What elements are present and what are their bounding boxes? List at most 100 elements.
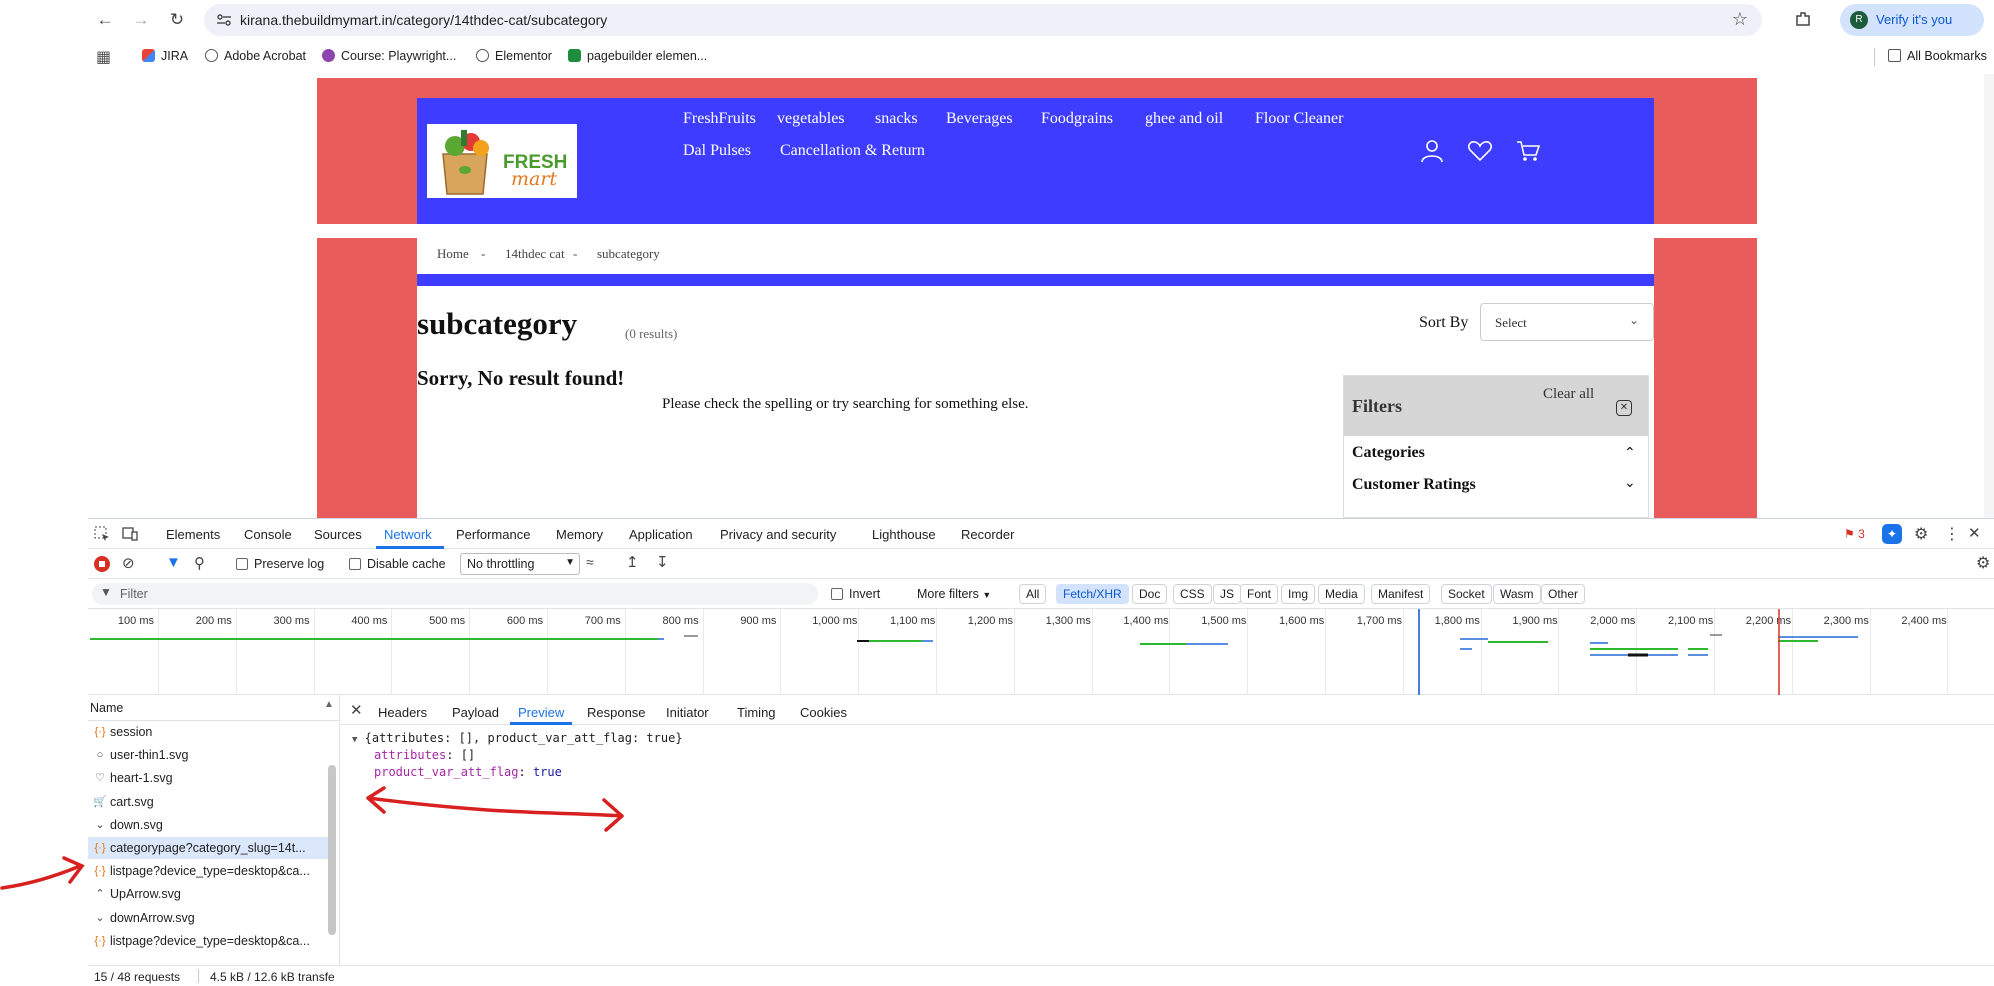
tab-recorder[interactable]: Recorder [961, 527, 1014, 542]
import-har-icon[interactable]: ↥ [626, 553, 639, 571]
tab-response[interactable]: Response [587, 705, 646, 720]
request-row[interactable]: ⌃ UpArrow.svg [88, 883, 328, 905]
forward-button[interactable]: → [130, 9, 152, 31]
issues-badge[interactable]: ⚑ 3 [1844, 527, 1865, 541]
nav-snacks[interactable]: snacks [875, 110, 918, 128]
request-row[interactable]: {·} listpage?device_type=desktop&ca... [88, 930, 328, 952]
network-settings-gear-icon[interactable]: ⚙ [1976, 553, 1990, 573]
request-row[interactable]: ⌄ down.svg [88, 814, 328, 836]
type-filter-wasm[interactable]: Wasm [1493, 584, 1541, 604]
more-options-icon[interactable]: ⋮ [1944, 524, 1960, 544]
request-list-scrollbar[interactable] [328, 765, 336, 935]
request-row[interactable]: ⌄ downArrow.svg [88, 907, 328, 929]
scroll-up-arrow[interactable]: ▲ [324, 699, 334, 710]
type-filter-font[interactable]: Font [1240, 584, 1279, 604]
tab-lighthouse[interactable]: Lighthouse [872, 527, 936, 542]
network-timeline-overview[interactable]: 100 ms 200 ms 300 ms 400 ms 500 ms 600 ms 700 … [88, 609, 1994, 695]
nav-cancellation-return[interactable]: Cancellation & Return [780, 142, 925, 160]
nav-floor-cleaner[interactable]: Floor Cleaner [1255, 110, 1343, 128]
tab-network[interactable]: Network [384, 527, 432, 542]
bookmark-jira[interactable]: JIRA [142, 49, 188, 63]
bookmark-course-playwright[interactable]: Course: Playwright... [322, 49, 456, 63]
close-detail-icon[interactable]: ✕ [350, 701, 363, 719]
throttling-select[interactable]: No throttling ▼ [460, 553, 580, 575]
tab-privacy-security[interactable]: Privacy and security [720, 527, 836, 542]
verify-account-button[interactable]: R Verify it's you [1840, 4, 1984, 36]
column-header-name[interactable]: Name [90, 701, 123, 715]
nav-foodgrains[interactable]: Foodgrains [1041, 110, 1113, 128]
request-row[interactable]: {·} listpage?device_type=desktop&ca... [88, 860, 328, 882]
back-button[interactable]: ← [94, 9, 116, 31]
extensions-icon[interactable] [1794, 10, 1812, 28]
device-toolbar-icon[interactable] [122, 526, 138, 542]
request-row[interactable]: {·} categorypage?category_slug=14t... [88, 837, 328, 859]
user-icon[interactable] [1419, 138, 1445, 164]
tab-elements[interactable]: Elements [166, 527, 220, 542]
type-filter-other[interactable]: Other [1541, 584, 1586, 604]
invert-checkbox[interactable] [831, 588, 843, 600]
ai-assistance-icon[interactable]: ✦ [1882, 524, 1902, 544]
filter-section-customer-ratings[interactable]: Customer Ratings [1352, 476, 1476, 494]
json-root-row[interactable]: ▼ {attributes: [], product_var_att_flag:… [352, 731, 683, 745]
clear-all-link[interactable]: Clear all [1543, 386, 1594, 403]
tab-memory[interactable]: Memory [556, 527, 603, 542]
record-stop-icon[interactable] [94, 556, 110, 572]
tab-initiator[interactable]: Initiator [666, 705, 709, 720]
apps-grid-icon[interactable]: ▦ [96, 47, 111, 67]
bookmark-adobe-acrobat[interactable]: Adobe Acrobat [205, 49, 306, 63]
inspect-element-icon[interactable] [94, 526, 110, 542]
filter-section-categories[interactable]: Categories [1352, 444, 1425, 462]
nav-dal-pulses[interactable]: Dal Pulses [683, 142, 751, 160]
breadcrumb-category[interactable]: 14thdec cat [505, 246, 565, 262]
type-filter-all[interactable]: All [1019, 584, 1047, 604]
settings-gear-icon[interactable]: ⚙ [1914, 524, 1928, 544]
nav-beverages[interactable]: Beverages [946, 110, 1013, 128]
request-row[interactable]: 🛒 cart.svg [88, 791, 328, 813]
tab-console[interactable]: Console [244, 527, 292, 542]
chevron-down-icon[interactable]: ⌄ [1624, 474, 1636, 491]
more-filters-dropdown[interactable]: More filters ▼ [917, 587, 991, 601]
preserve-log-checkbox[interactable] [236, 558, 248, 570]
tab-cookies[interactable]: Cookies [800, 705, 847, 720]
tab-application[interactable]: Application [629, 527, 693, 542]
tab-performance[interactable]: Performance [456, 527, 530, 542]
clear-all-close-icon[interactable]: ✕ [1616, 400, 1632, 416]
request-row[interactable]: ○ user-thin1.svg [88, 744, 328, 766]
type-filter-css[interactable]: CSS [1173, 584, 1212, 604]
bookmark-star-icon[interactable]: ☆ [1732, 9, 1748, 30]
tab-preview[interactable]: Preview [518, 705, 564, 720]
chevron-up-icon[interactable]: ⌃ [1624, 444, 1636, 461]
type-filter-fetch-xhr[interactable]: Fetch/XHR [1056, 584, 1129, 604]
close-devtools-icon[interactable]: ✕ [1968, 524, 1981, 542]
network-conditions-icon[interactable]: ≈ [586, 554, 594, 570]
nav-vegetables[interactable]: vegetables [777, 110, 845, 128]
filter-input[interactable]: ▼ Filter [92, 583, 818, 605]
clear-log-icon[interactable]: ⊘ [122, 554, 135, 572]
type-filter-socket[interactable]: Socket [1441, 584, 1492, 604]
type-filter-js[interactable]: JS [1213, 584, 1242, 604]
site-logo[interactable]: FRESH mart [427, 124, 577, 198]
page-scrollbar[interactable] [1984, 74, 1994, 518]
reload-button[interactable]: ↻ [166, 9, 188, 31]
export-har-icon[interactable]: ↧ [656, 553, 669, 571]
bookmark-elementor[interactable]: Elementor [476, 49, 552, 63]
type-filter-media[interactable]: Media [1318, 584, 1365, 604]
request-row[interactable]: {·} session [88, 721, 328, 743]
address-bar[interactable]: kirana.thebuildmymart.in/category/14thde… [204, 4, 1762, 36]
request-row[interactable]: ♡ heart-1.svg [88, 767, 328, 789]
breadcrumb-home[interactable]: Home [437, 246, 469, 262]
tab-payload[interactable]: Payload [452, 705, 499, 720]
nav-ghee-and-oil[interactable]: ghee and oil [1145, 110, 1223, 128]
site-info-icon[interactable] [216, 13, 232, 27]
bookmark-pagebuilder[interactable]: pagebuilder elemen... [568, 49, 707, 63]
tab-timing[interactable]: Timing [737, 705, 776, 720]
disable-cache-checkbox[interactable] [349, 558, 361, 570]
filter-funnel-icon[interactable]: ▼ [166, 554, 181, 571]
nav-freshfruits[interactable]: FreshFruits [683, 110, 756, 128]
all-bookmarks[interactable]: All Bookmarks [1888, 49, 1987, 63]
sort-select[interactable]: Select ⌄ [1480, 303, 1654, 341]
type-filter-manifest[interactable]: Manifest [1371, 584, 1431, 604]
search-icon[interactable]: ⚲ [194, 554, 205, 572]
heart-icon[interactable] [1467, 138, 1493, 164]
tab-sources[interactable]: Sources [314, 527, 362, 542]
